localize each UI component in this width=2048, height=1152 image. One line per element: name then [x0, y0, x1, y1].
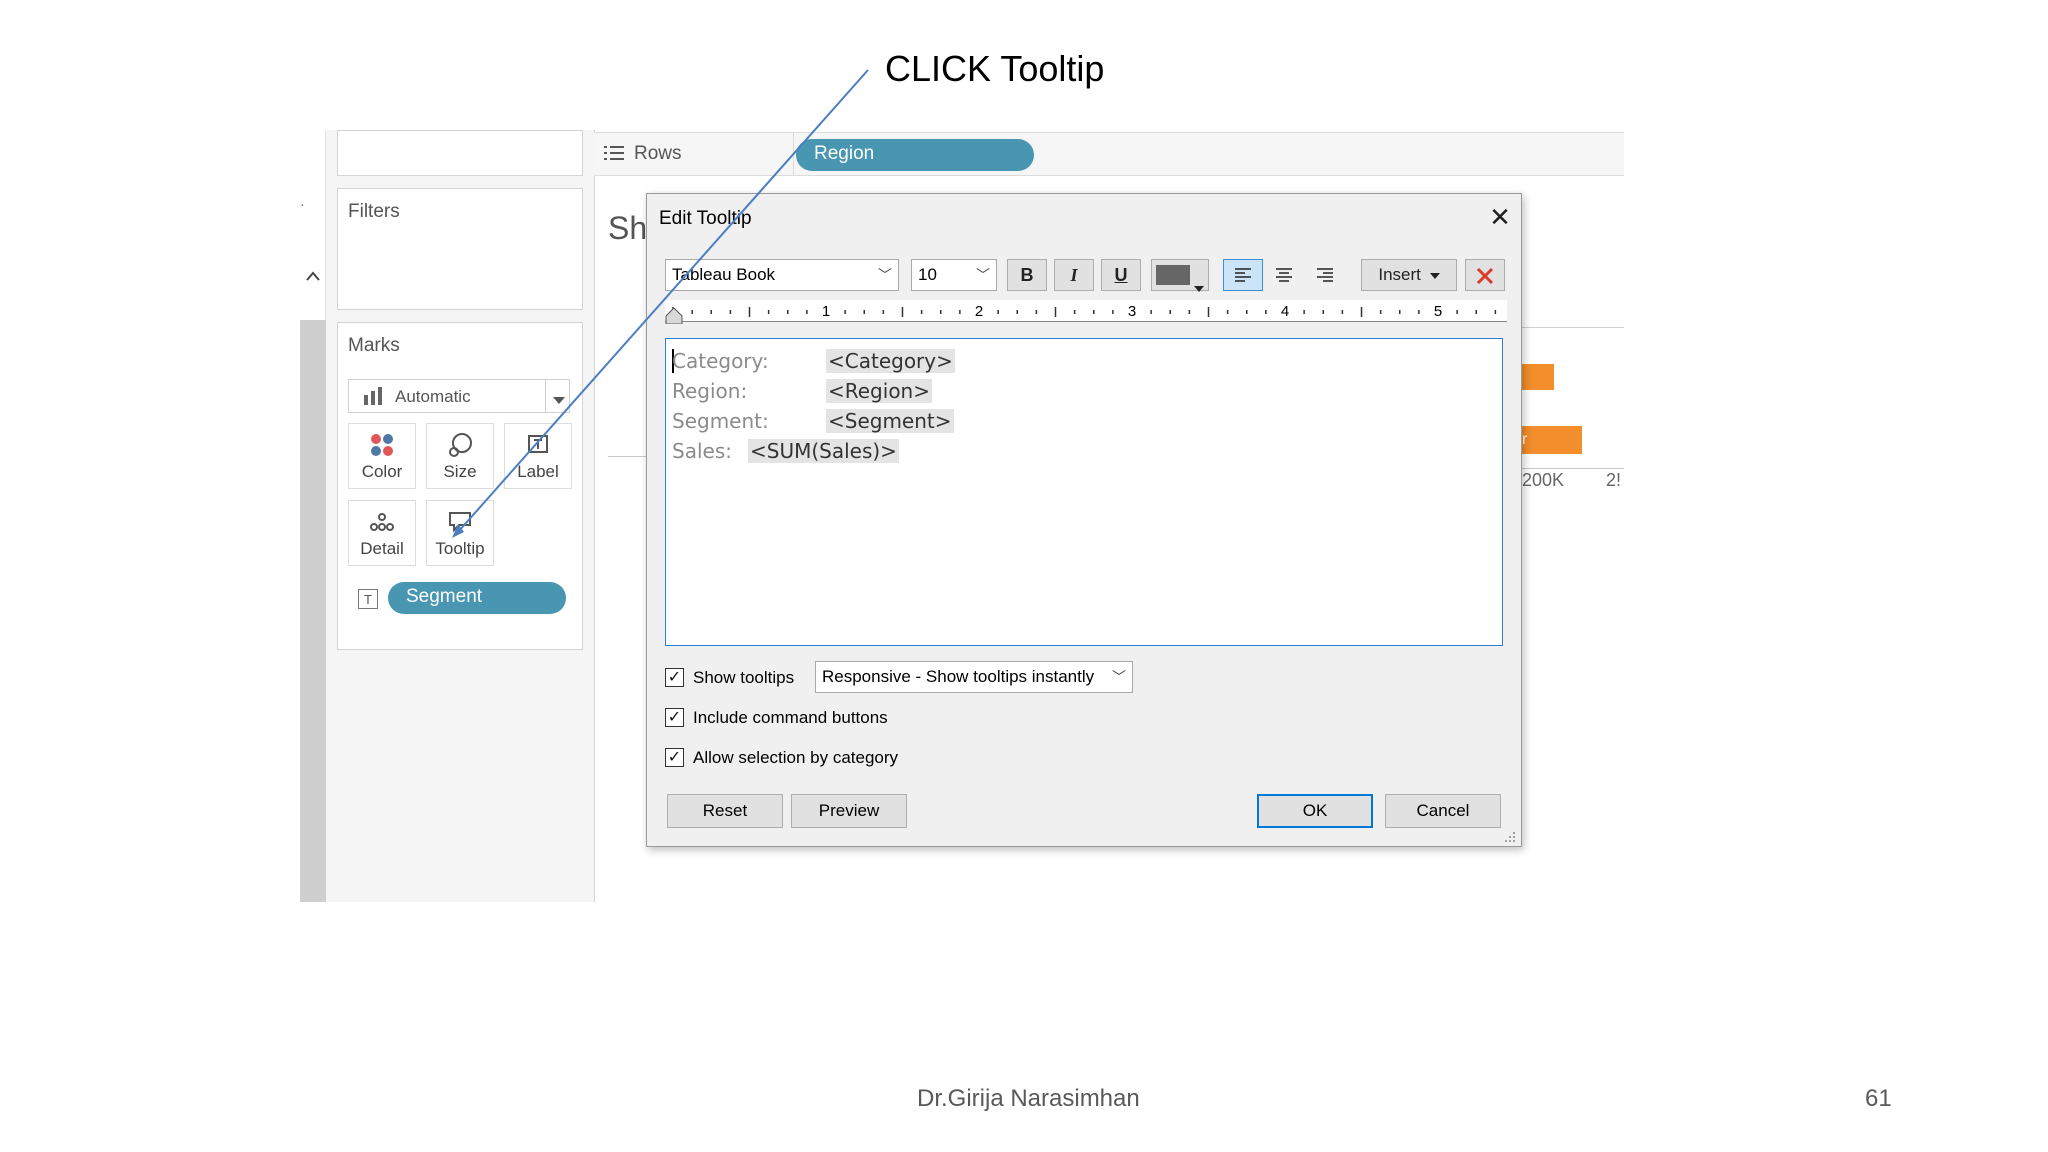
- page-number: 61: [1865, 1085, 1892, 1112]
- callout-arrow: [452, 69, 869, 538]
- footer-author: Dr.Girija Narasimhan: [917, 1085, 1140, 1112]
